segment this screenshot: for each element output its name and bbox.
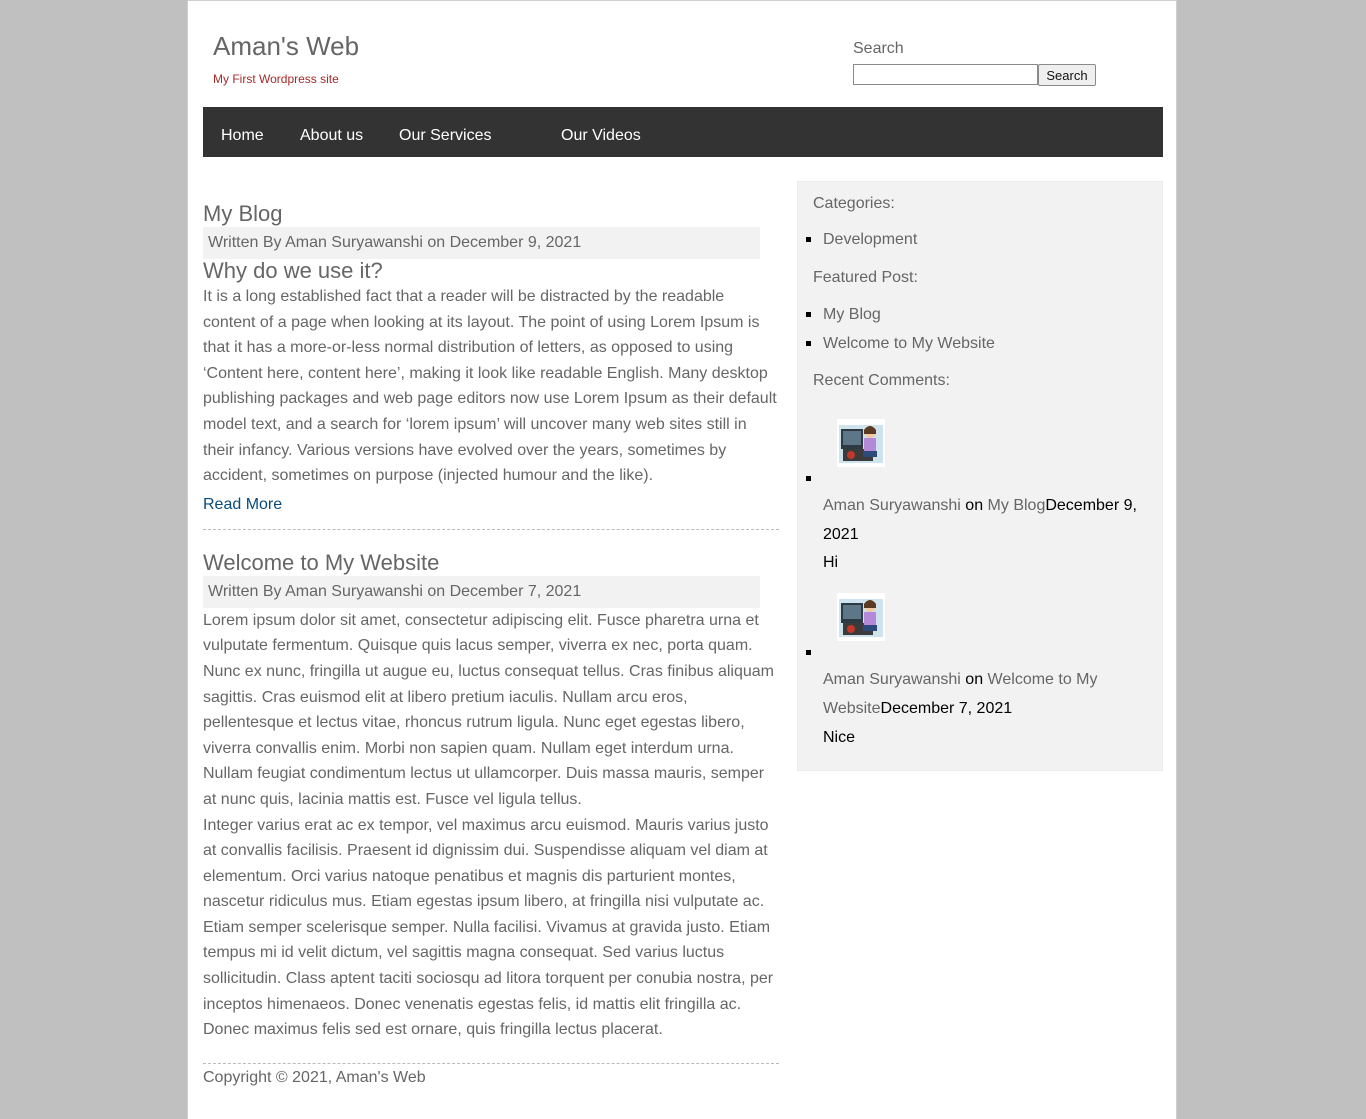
post-meta: Written By Aman Suryawanshi on December … (203, 227, 760, 259)
comment-author[interactable]: Aman Suryawanshi (823, 671, 961, 688)
nav-item-about-us[interactable]: About us (300, 107, 363, 157)
comment-post-link[interactable]: My Blog (988, 497, 1046, 514)
post-body: Lorem ipsum dolor sit amet, consectetur … (203, 611, 774, 808)
post-subheading: Why do we use it? (203, 258, 383, 283)
nav-item-our-services[interactable]: Our Services (399, 107, 491, 157)
main-nav: Home About us Our Services Our Videos (203, 107, 1163, 157)
list-bullet (806, 650, 811, 655)
nav-item-our-videos[interactable]: Our Videos (561, 107, 641, 157)
search-label: Search (853, 40, 904, 57)
post-body: Integer varius erat ac ex tempor, vel ma… (203, 816, 774, 1039)
read-more-link[interactable]: Read More (203, 496, 282, 513)
search-button[interactable]: Search (1038, 64, 1096, 86)
comment-line-continued: WebsiteDecember 7, 2021 (823, 700, 1012, 718)
list-bullet (806, 476, 811, 481)
list-bullet (806, 341, 811, 346)
comment-date: December 9, (1045, 497, 1137, 514)
comment-date-continued: 2021 (823, 526, 859, 543)
featured-link-my-blog[interactable]: My Blog (823, 306, 881, 324)
comment-author[interactable]: Aman Suryawanshi (823, 497, 961, 514)
main-content: My Blog Written By Aman Suryawanshi on D… (203, 181, 779, 1087)
featured-heading: Featured Post: (813, 269, 918, 286)
featured-link-welcome[interactable]: Welcome to My Website (823, 335, 995, 353)
comment-post-link-continued[interactable]: Website (823, 700, 881, 717)
comment-post-link[interactable]: Welcome to My (988, 671, 1098, 688)
category-link-development[interactable]: Development (823, 231, 917, 249)
list-bullet (806, 312, 811, 317)
comment-line: Aman Suryawanshi on Welcome to My (823, 671, 1098, 689)
comment-on-word: on (965, 671, 984, 688)
search-input[interactable] (853, 64, 1038, 85)
post-title[interactable]: My Blog (203, 201, 779, 227)
footer-divider (203, 1062, 779, 1064)
post-divider (203, 528, 779, 530)
post-my-blog: My Blog Written By Aman Suryawanshi on D… (203, 201, 779, 521)
user-avatar-icon (837, 419, 885, 467)
footer-copyright: Copyright © 2021, Aman's Web (203, 1068, 426, 1086)
post-title[interactable]: Welcome to My Website (203, 550, 779, 576)
comment-text: Hi (823, 554, 839, 571)
post-meta: Written By Aman Suryawanshi on December … (203, 575, 760, 608)
comment-line: Aman Suryawanshi on My BlogDecember 9, (823, 497, 1137, 515)
categories-heading: Categories: (813, 195, 895, 212)
list-bullet (806, 237, 811, 242)
page-container: Aman's Web My First Wordpress site Searc… (187, 0, 1177, 1119)
site-title[interactable]: Aman's Web (213, 31, 359, 62)
user-avatar-icon (837, 593, 885, 641)
comment-text: Nice (823, 729, 856, 746)
nav-item-home[interactable]: Home (221, 107, 264, 157)
post-body: It is a long established fact that a rea… (203, 288, 777, 485)
comment-date: December 7, 2021 (880, 700, 1013, 717)
post-welcome-to-my-website: Welcome to My Website Written By Aman Su… (203, 550, 779, 1043)
comments-heading: Recent Comments: (813, 372, 950, 389)
sidebar: Categories: Development Featured Post: M… (797, 181, 1163, 771)
comment-on-word: on (965, 497, 984, 514)
site-tagline: My First Wordpress site (213, 72, 339, 86)
